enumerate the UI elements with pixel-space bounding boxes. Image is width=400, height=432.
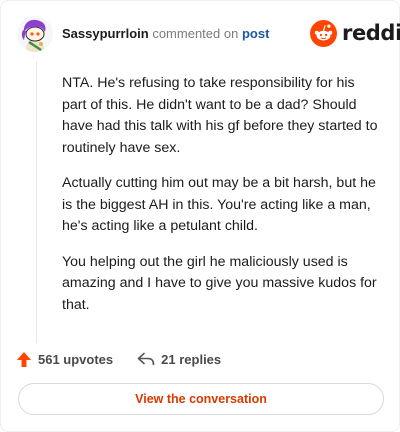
reply-arrow-icon — [137, 352, 155, 366]
upvote-button[interactable]: 561 upvotes — [16, 351, 113, 368]
comment-body: NTA. He's refusing to take responsibilit… — [62, 73, 380, 330]
reply-count: 21 replies — [161, 351, 222, 367]
comment-byline: Sassypurrloin commented on post — [62, 26, 269, 42]
comment-actions: 561 upvotes 21 replies — [16, 349, 221, 369]
post-link[interactable]: post — [242, 26, 269, 41]
reddit-wordmark: reddit — [342, 21, 400, 45]
reddit-snoo-logo-icon — [310, 19, 337, 47]
view-conversation-button[interactable]: View the conversation — [18, 383, 384, 415]
upvote-arrow-icon — [17, 351, 31, 367]
username[interactable]: Sassypurrloin — [62, 26, 149, 41]
embedded-comment-card: Sassypurrloin commented on post reddit N… — [0, 0, 400, 432]
byline-verb: commented on — [152, 26, 239, 41]
user-avatar[interactable] — [17, 16, 53, 52]
comment-paragraph: NTA. He's refusing to take responsibilit… — [62, 75, 378, 156]
comment-paragraph: Actually cutting him out may be a bit ha… — [62, 175, 376, 234]
snoo-avatar-icon — [17, 16, 53, 52]
thread-line — [36, 61, 37, 343]
replies-button[interactable]: 21 replies — [137, 352, 221, 367]
reddit-logo[interactable]: reddit — [310, 19, 400, 47]
upvote-count: 561 upvotes — [38, 351, 114, 367]
comment-paragraph: You helping out the girl he maliciously … — [62, 253, 377, 313]
